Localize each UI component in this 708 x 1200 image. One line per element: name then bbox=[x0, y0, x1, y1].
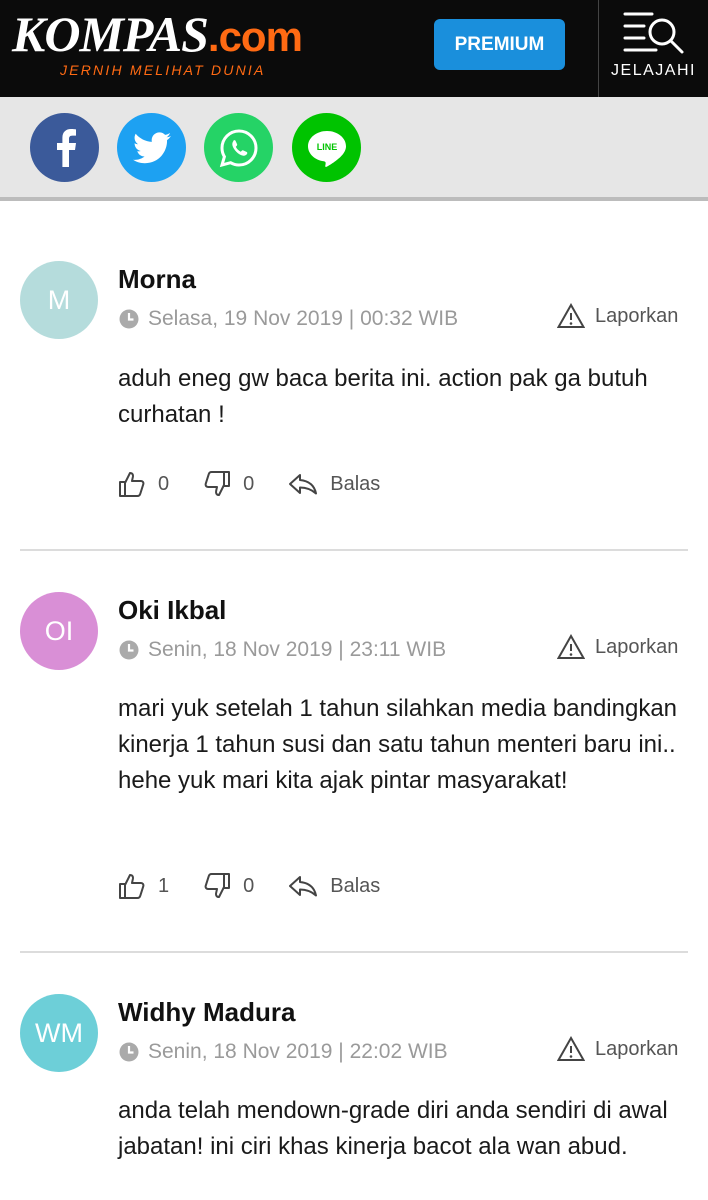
report-label: Laporkan bbox=[595, 635, 679, 658]
report-button[interactable]: Laporkan bbox=[557, 634, 678, 660]
warning-icon bbox=[557, 1036, 585, 1061]
explore-label: JELAJAHI bbox=[611, 62, 696, 79]
warning-icon bbox=[557, 634, 585, 659]
report-button[interactable]: Laporkan bbox=[557, 1036, 678, 1062]
comment-divider bbox=[20, 549, 688, 551]
warning-icon bbox=[557, 303, 585, 328]
avatar: WM bbox=[20, 994, 98, 1072]
dislike-button[interactable]: 0 bbox=[203, 470, 254, 498]
comment-text: aduh eneg gw baca berita ini. action pak… bbox=[118, 365, 648, 428]
thumbs-down-icon bbox=[204, 471, 231, 496]
comment-actions: 0 0 Balas bbox=[118, 470, 414, 498]
dislike-count: 0 bbox=[243, 874, 255, 897]
share-line-button[interactable]: LINE bbox=[292, 113, 361, 182]
comment-date: Selasa, 19 Nov 2019 | 00:32 WIB bbox=[118, 307, 458, 331]
facebook-icon bbox=[56, 128, 76, 167]
comment-date-text: Selasa, 19 Nov 2019 | 00:32 WIB bbox=[148, 307, 459, 330]
thumbs-down-icon bbox=[204, 873, 231, 898]
dislike-count: 0 bbox=[243, 472, 255, 495]
comment-date-text: Senin, 18 Nov 2019 | 22:02 WIB bbox=[148, 1040, 448, 1063]
line-icon: LINE bbox=[307, 130, 346, 167]
site-logo[interactable]: KOMPAS.com bbox=[12, 6, 303, 63]
premium-button[interactable]: PREMIUM bbox=[434, 19, 565, 70]
like-button[interactable]: 1 bbox=[118, 872, 169, 900]
avatar: M bbox=[20, 261, 98, 339]
reply-label: Balas bbox=[330, 874, 381, 897]
dislike-button[interactable]: 0 bbox=[203, 872, 254, 900]
report-button[interactable]: Laporkan bbox=[557, 303, 678, 329]
report-label: Laporkan bbox=[595, 304, 679, 327]
clock-icon bbox=[119, 1042, 139, 1062]
site-header: KOMPAS.com JERNIH MELIHAT DUNIA PREMIUM … bbox=[0, 0, 708, 97]
share-facebook-button[interactable] bbox=[30, 113, 99, 182]
clock-icon bbox=[119, 640, 139, 660]
line-icon-label: LINE bbox=[316, 142, 337, 152]
site-tagline: JERNIH MELIHAT DUNIA bbox=[60, 62, 266, 78]
thumbs-up-icon bbox=[119, 472, 145, 497]
reply-button[interactable]: Balas bbox=[288, 472, 380, 496]
logo-suffix: .com bbox=[207, 13, 303, 60]
reply-button[interactable]: Balas bbox=[288, 874, 380, 898]
comment-divider bbox=[20, 951, 688, 953]
clock-icon bbox=[119, 309, 139, 329]
explore-button[interactable]: JELAJAHI bbox=[599, 0, 708, 97]
commenter-name: Morna bbox=[118, 264, 196, 294]
comment-date: Senin, 18 Nov 2019 | 23:11 WIB bbox=[118, 638, 446, 662]
like-count: 1 bbox=[158, 874, 170, 897]
comment-date: Senin, 18 Nov 2019 | 22:02 WIB bbox=[118, 1040, 448, 1064]
comment-text: anda telah mendown-grade diri anda sendi… bbox=[118, 1097, 668, 1160]
reply-icon bbox=[289, 474, 318, 495]
whatsapp-icon bbox=[219, 128, 258, 167]
thumbs-up-icon bbox=[119, 874, 145, 899]
share-twitter-button[interactable] bbox=[117, 113, 186, 182]
report-label: Laporkan bbox=[595, 1037, 679, 1060]
like-count: 0 bbox=[158, 472, 170, 495]
reply-label: Balas bbox=[330, 472, 381, 495]
commenter-name: Widhy Madura bbox=[118, 997, 296, 1027]
comment-date-text: Senin, 18 Nov 2019 | 23:11 WIB bbox=[148, 638, 447, 661]
avatar: OI bbox=[20, 592, 98, 670]
comment-actions: 1 0 Balas bbox=[118, 872, 414, 900]
twitter-icon bbox=[132, 131, 171, 163]
share-bar-divider bbox=[0, 197, 708, 201]
comment-text: mari yuk setelah 1 tahun silahkan media … bbox=[118, 695, 678, 794]
explore-menu-icon bbox=[623, 12, 683, 54]
reply-icon bbox=[289, 876, 318, 897]
like-button[interactable]: 0 bbox=[118, 470, 169, 498]
share-whatsapp-button[interactable] bbox=[204, 113, 273, 182]
commenter-name: Oki Ikbal bbox=[118, 595, 227, 625]
logo-main: KOMPAS bbox=[12, 6, 209, 62]
